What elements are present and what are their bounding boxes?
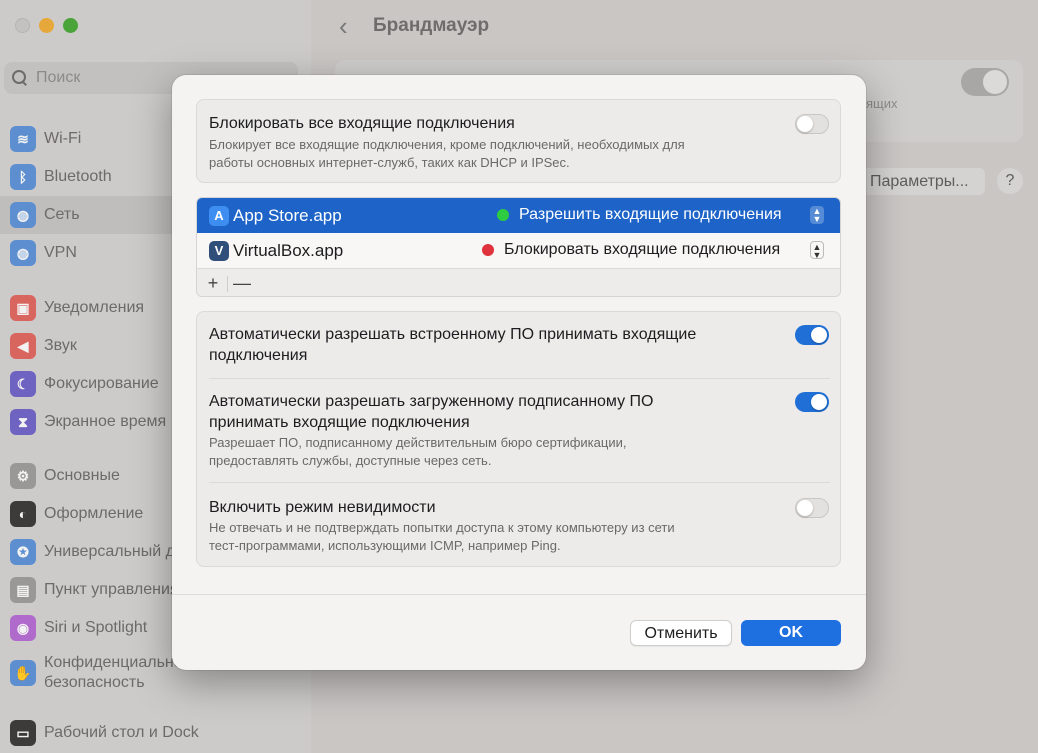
desktop-dock-icon: ▭ [10,720,36,746]
accessibility-icon: ✪ [10,539,36,565]
block-all-toggle[interactable] [795,114,829,134]
add-app-button[interactable]: + [201,272,225,296]
close-window-button[interactable] [15,18,30,33]
auto-signed-title-line2: принимать входящие подключения [209,414,470,431]
siri-icon: ◉ [10,615,36,641]
appearance-icon: ◐ [10,501,36,527]
status-dot-icon [482,244,494,256]
list-footer-divider [227,276,228,292]
list-footer: + — [197,268,840,296]
auto-signed-title-line1: Автоматически разрешать загруженному под… [209,393,654,410]
control-center-icon: ▤ [10,577,36,603]
stealth-toggle[interactable] [795,498,829,518]
ok-button[interactable]: OK [741,620,841,646]
virtualbox-icon: V [209,240,229,261]
auto-signed-desc-line2: предоставлять службы, доступные через се… [209,453,492,468]
firewall-panel-text: ящих [866,96,898,111]
block-all-title: Блокировать все входящие подключения [209,115,515,132]
search-icon [10,68,30,88]
minimize-window-button[interactable] [39,18,54,33]
network-icon: ◍ [10,202,36,228]
stealth-desc-line1: Не отвечать и не подтверждать попытки до… [209,520,675,535]
privacy-icon: ✋ [10,660,36,686]
toolbar: ‹ Брандмауэр [311,0,1038,56]
divider [209,482,830,483]
remove-app-button[interactable]: — [230,272,254,296]
stealth-desc-line2: тест-программами, использующими ICMP, на… [209,538,561,553]
focus-icon: ☾ [10,371,36,397]
back-chevron-icon[interactable]: ‹ [339,13,353,39]
updown-chevron-icon[interactable]: ▲ ▼ [810,206,824,224]
auto-signed-desc-line1: Разрешает ПО, подписанному действительны… [209,435,627,450]
notifications-icon: ▣ [10,295,36,321]
list-item-virtualbox[interactable]: V VirtualBox.app Блокировать входящие по… [197,233,840,268]
zoom-window-button[interactable] [63,18,78,33]
firewall-toggle[interactable] [961,68,1009,96]
app-action-select[interactable]: Разрешить входящие подключения [519,206,782,224]
block-all-desc-line1: Блокирует все входящие подключения, кром… [209,137,685,152]
sidebar-item-label: Рабочий стол и Dock [44,724,199,741]
sound-icon: ◀ [10,333,36,359]
wifi-icon: ≋ [10,126,36,152]
app-list: A App Store.app Разрешить входящие подкл… [196,197,841,297]
status-dot-icon [497,209,509,221]
block-all-group: Блокировать все входящие подключения Бло… [196,99,841,183]
divider [209,378,830,379]
updown-chevron-icon[interactable]: ▲ ▼ [810,241,824,260]
help-button[interactable]: ? [997,168,1023,194]
params-button[interactable]: Параметры... [858,168,985,195]
auto-builtin-toggle[interactable] [795,325,829,345]
bluetooth-icon: ᛒ [10,164,36,190]
stealth-title: Включить режим невидимости [209,499,436,516]
app-action-select[interactable]: Блокировать входящие подключения [504,241,780,259]
firewall-options-dialog: Блокировать все входящие подключения Бло… [172,75,866,670]
app-name: VirtualBox.app [233,240,344,260]
auto-builtin-title-line2: подключения [209,347,308,364]
sidebar-item-desktop-dock[interactable]: ▭ Рабочий стол и Dock [0,714,311,752]
cancel-button[interactable]: Отменить [630,620,732,646]
vpn-icon: ◍ [10,240,36,266]
list-item-appstore[interactable]: A App Store.app Разрешить входящие подкл… [197,198,840,233]
app-store-icon: A [209,205,229,226]
general-icon: ⚙ [10,463,36,489]
block-all-desc-line2: работы основных интернет-служб, таких ка… [209,155,570,170]
auto-options-group: Автоматически разрешать встроенному ПО п… [196,311,841,567]
auto-builtin-title-line1: Автоматически разрешать встроенному ПО п… [209,326,697,343]
screen-time-icon: ⧗ [10,409,36,435]
search-placeholder: Поиск [36,69,81,86]
auto-signed-toggle[interactable] [795,392,829,412]
app-name: App Store.app [233,205,342,225]
window-controls [15,18,78,33]
page-title: Брандмауэр [373,15,490,36]
footer-divider [172,594,866,595]
